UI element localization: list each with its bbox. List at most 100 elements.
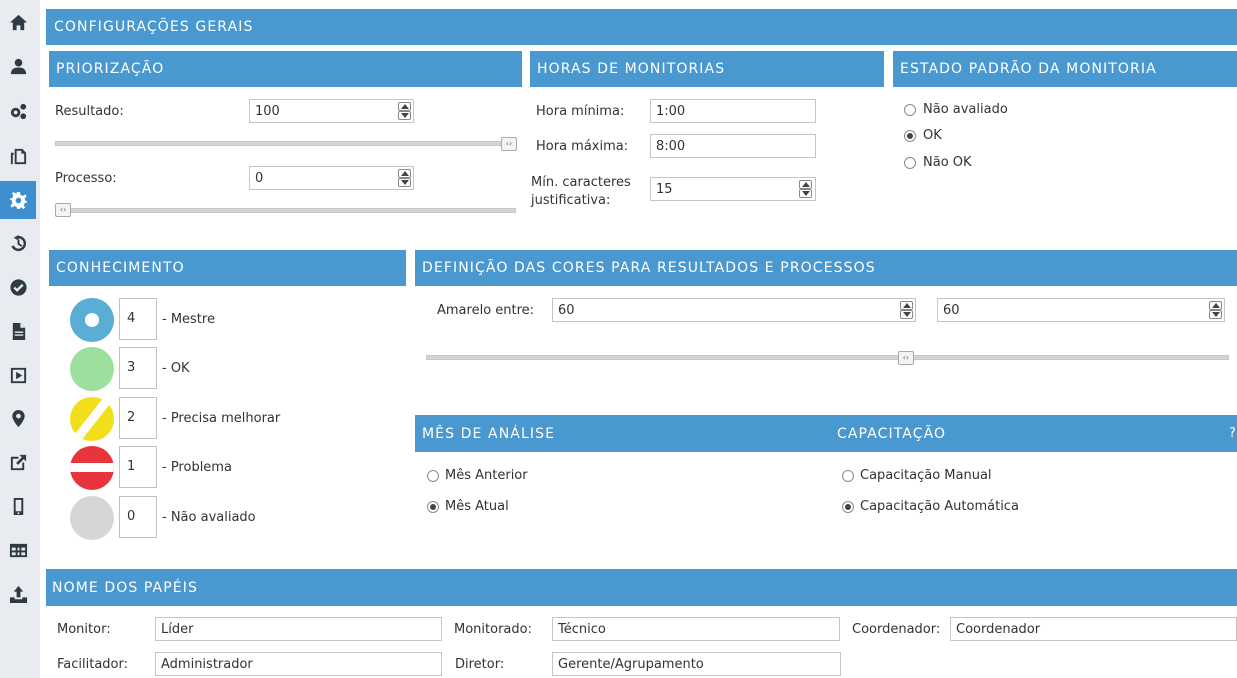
papeis-title: NOME DOS PAPÉIS (52, 579, 198, 596)
history-icon (10, 234, 26, 251)
min-caracteres-label: Mín. caracteres (531, 175, 631, 190)
problema-value-input[interactable]: 1 (119, 446, 157, 488)
capacitacao-radio-manual[interactable] (842, 470, 854, 482)
nao-avaliado-icon (70, 496, 114, 540)
resultado-stepper[interactable] (397, 101, 411, 121)
stepper-down-icon[interactable] (1208, 310, 1222, 319)
hora-maxima-input[interactable]: 8:00 (650, 134, 816, 158)
processo-value: 0 (255, 171, 264, 186)
monitor-value: Líder (161, 622, 194, 637)
stepper-up-icon[interactable] (1208, 301, 1222, 310)
sidebar-item-upload[interactable] (0, 575, 36, 613)
mestre-icon (70, 298, 114, 342)
resultado-slider-track[interactable] (55, 141, 516, 146)
page-title: CONFIGURAÇÕES GERAIS (54, 19, 254, 35)
mes-option-atual: Mês Atual (445, 499, 509, 514)
processo-stepper[interactable] (397, 168, 411, 188)
upload-icon (9, 585, 27, 603)
conhecimento-header: CONHECIMENTO (49, 250, 406, 286)
cores-title: DEFINIÇÃO DAS CORES PARA RESULTADOS E PR… (422, 260, 876, 276)
check-circle-icon (9, 278, 27, 296)
sidebar (0, 0, 40, 678)
stepper-up-icon[interactable] (899, 301, 913, 310)
amarelo-max-value: 60 (943, 303, 960, 318)
sidebar-item-mobile[interactable] (0, 487, 36, 525)
min-caracteres-value: 15 (656, 182, 673, 197)
processo-slider-track[interactable] (55, 208, 516, 213)
sidebar-item-copy[interactable] (0, 137, 36, 175)
sidebar-item-home[interactable] (0, 3, 36, 41)
processo-slider-handle[interactable]: ‹› (55, 203, 71, 217)
min-caracteres-stepper[interactable] (798, 179, 812, 199)
hora-minima-value: 1:00 (656, 104, 686, 119)
hora-minima-input[interactable]: 1:00 (650, 99, 816, 123)
nao-avaliado-value-input[interactable]: 0 (119, 496, 157, 538)
estado-radio-nao-avaliado[interactable] (904, 104, 916, 116)
user-icon (10, 58, 26, 74)
amarelo-max-input[interactable]: 60 (937, 298, 1225, 322)
stepper-down-icon[interactable] (798, 189, 812, 198)
stepper-down-icon[interactable] (397, 111, 411, 120)
coordenador-value: Coordenador (956, 622, 1041, 637)
priorizacao-title: PRIORIZAÇÃO (56, 61, 165, 77)
monitor-label: Monitor: (57, 622, 111, 637)
monitorado-value: Técnico (558, 622, 606, 637)
estado-radio-nao-ok[interactable] (904, 157, 916, 169)
stepper-down-icon[interactable] (397, 178, 411, 187)
resultado-label: Resultado: (55, 104, 124, 119)
coordenador-label: Coordenador: (852, 622, 941, 637)
amarelo-max-stepper[interactable] (1208, 300, 1222, 320)
stepper-up-icon[interactable] (397, 169, 411, 178)
precisa-melhorar-value-input[interactable]: 2 (119, 397, 157, 439)
mes-radio-anterior[interactable] (427, 470, 439, 482)
sidebar-item-settings[interactable] (0, 181, 36, 219)
cores-slider-handle[interactable]: ‹› (898, 351, 914, 365)
play-icon (10, 367, 26, 383)
capacitacao-radio-automatica[interactable] (842, 501, 854, 513)
problema-icon (70, 446, 114, 490)
stepper-up-icon[interactable] (397, 102, 411, 111)
hora-maxima-value: 8:00 (656, 139, 686, 154)
coordenador-input[interactable]: Coordenador (950, 617, 1237, 641)
sidebar-item-external[interactable] (0, 443, 36, 481)
mobile-icon (13, 497, 23, 515)
diretor-input[interactable]: Gerente/Agrupamento (552, 652, 841, 676)
mes-title: MÊS DE ANÁLISE (422, 425, 556, 442)
sidebar-item-user[interactable] (0, 47, 36, 85)
sidebar-item-gears[interactable] (0, 92, 36, 130)
hora-minima-label: Hora mínima: (536, 104, 625, 119)
capacitacao-option-manual: Capacitação Manual (860, 468, 992, 483)
monitor-input[interactable]: Líder (155, 617, 442, 641)
resultado-value: 100 (255, 104, 280, 119)
mestre-value-input[interactable]: 4 (119, 298, 157, 340)
settings-icon (9, 191, 27, 209)
copy-icon (10, 148, 26, 164)
resultado-input[interactable]: 100 (249, 99, 414, 123)
stepper-up-icon[interactable] (798, 180, 812, 189)
help-icon[interactable]: ? (1229, 426, 1237, 441)
cores-slider-track[interactable] (426, 355, 1229, 360)
sidebar-item-document[interactable] (0, 312, 36, 350)
home-icon (9, 14, 27, 30)
capacitacao-title: CAPACITAÇÃO (837, 425, 947, 442)
estado-radio-ok[interactable] (904, 130, 916, 142)
horas-title: HORAS DE MONITORIAS (537, 61, 726, 77)
mes-radio-atual[interactable] (427, 501, 439, 513)
min-caracteres-input[interactable]: 15 (650, 177, 816, 201)
facilitador-input[interactable]: Administrador (155, 652, 442, 676)
sidebar-item-history[interactable] (0, 224, 36, 262)
processo-input[interactable]: 0 (249, 166, 414, 190)
sidebar-item-location[interactable] (0, 399, 36, 437)
monitorado-input[interactable]: Técnico (552, 617, 840, 641)
estado-option-ok: OK (923, 128, 942, 143)
stepper-down-icon[interactable] (899, 310, 913, 319)
priorizacao-header: PRIORIZAÇÃO (49, 51, 522, 87)
ok-value-input[interactable]: 3 (119, 347, 157, 389)
sidebar-item-table[interactable] (0, 531, 36, 569)
amarelo-min-stepper[interactable] (899, 300, 913, 320)
resultado-slider-handle[interactable]: ‹› (501, 137, 517, 151)
amarelo-min-input[interactable]: 60 (552, 298, 916, 322)
justificativa-label: justificativa: (531, 193, 611, 208)
sidebar-item-play[interactable] (0, 356, 36, 394)
sidebar-item-check[interactable] (0, 268, 36, 306)
